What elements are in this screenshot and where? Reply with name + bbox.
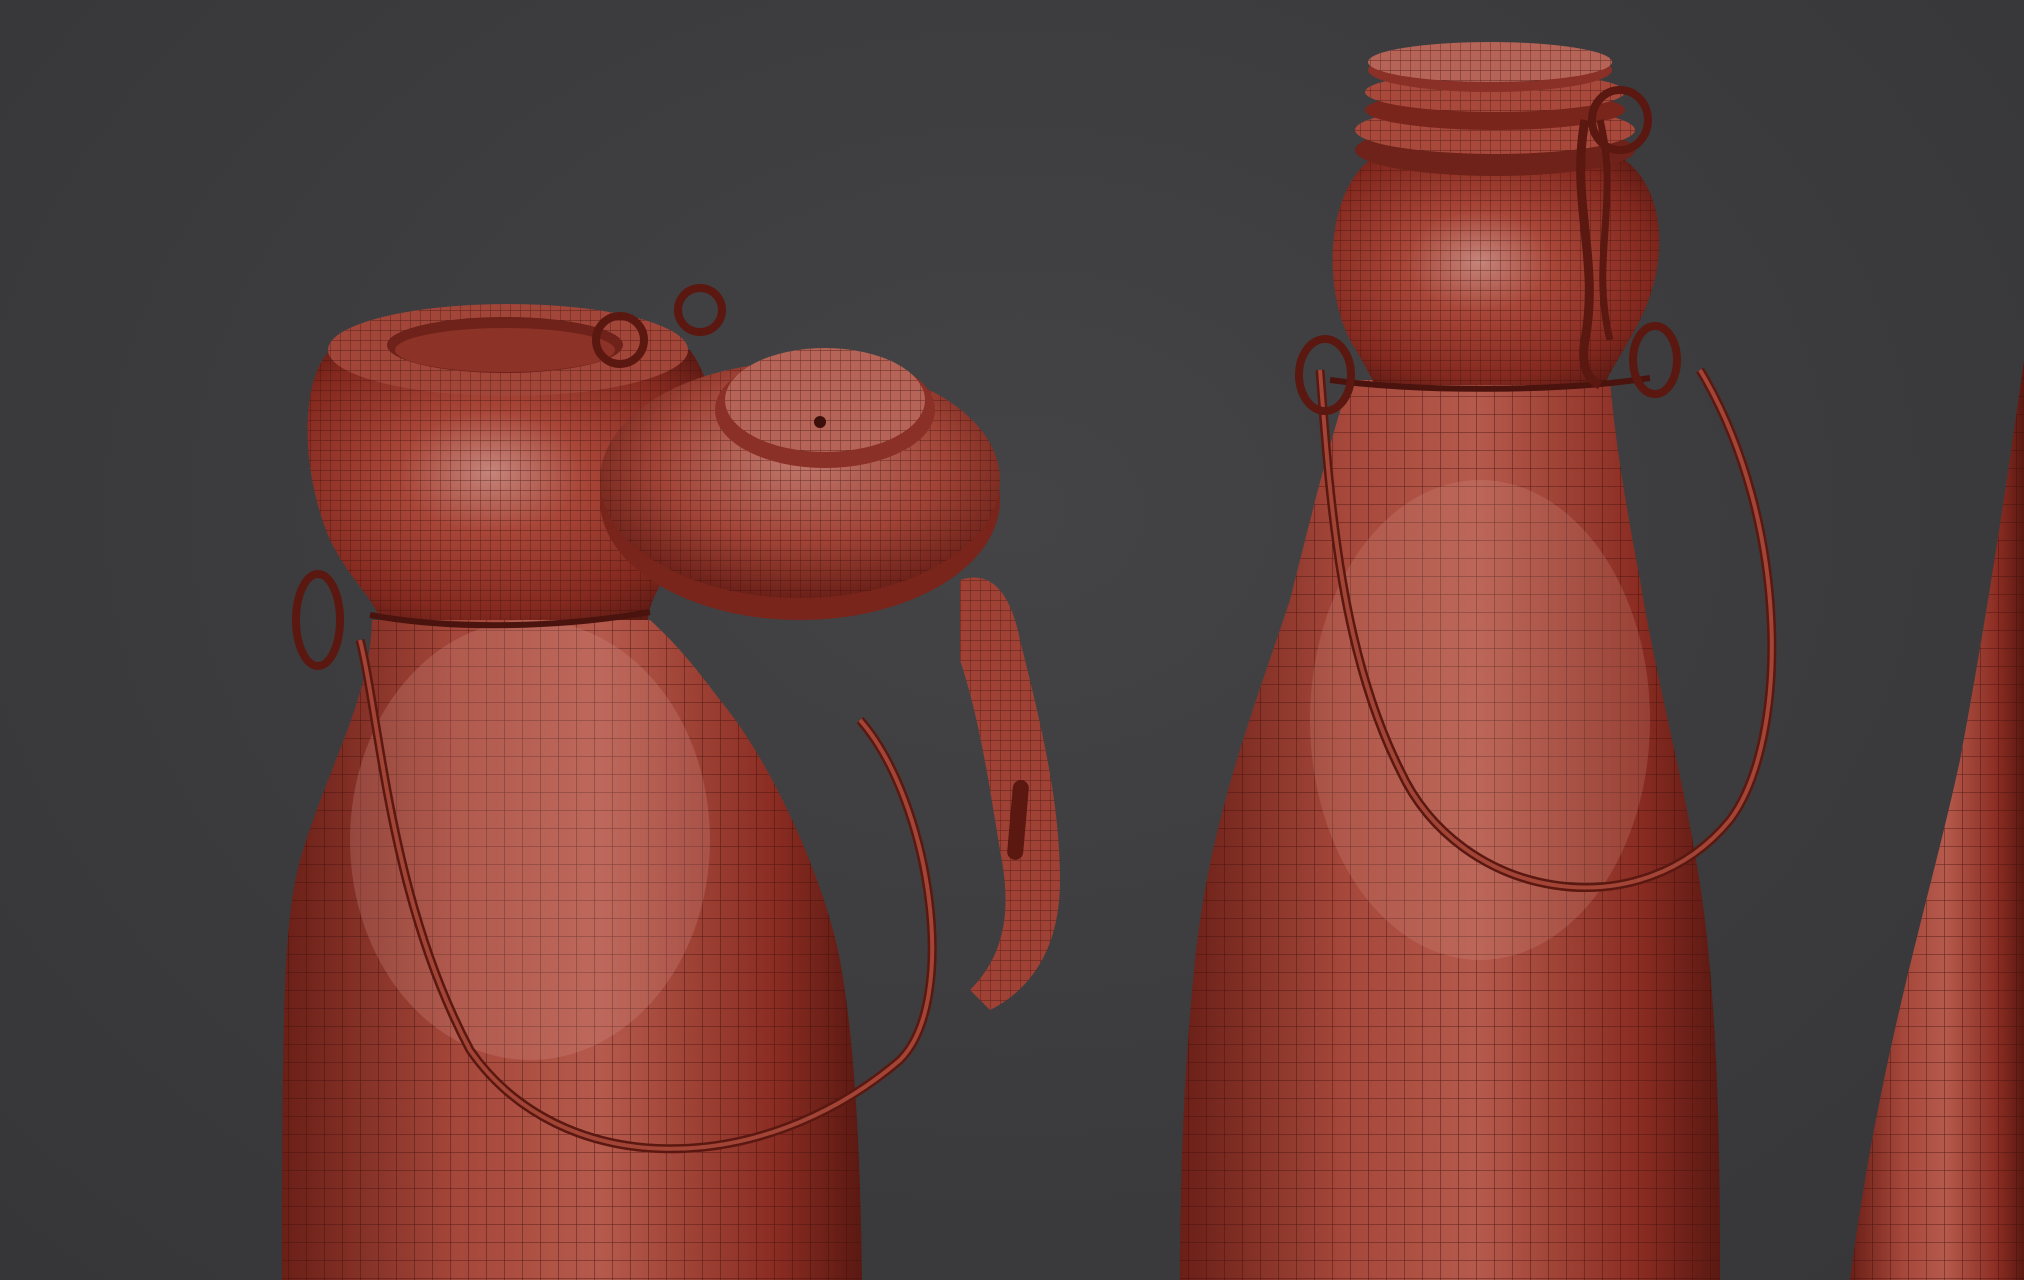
scene-render [282, 42, 2024, 1280]
3d-viewport[interactable] [0, 0, 2024, 1280]
open-swing-top-bottle [282, 284, 1060, 1280]
closed-swing-top-bottle [1180, 42, 1777, 1280]
third-bottle-partial [1850, 360, 2024, 1280]
